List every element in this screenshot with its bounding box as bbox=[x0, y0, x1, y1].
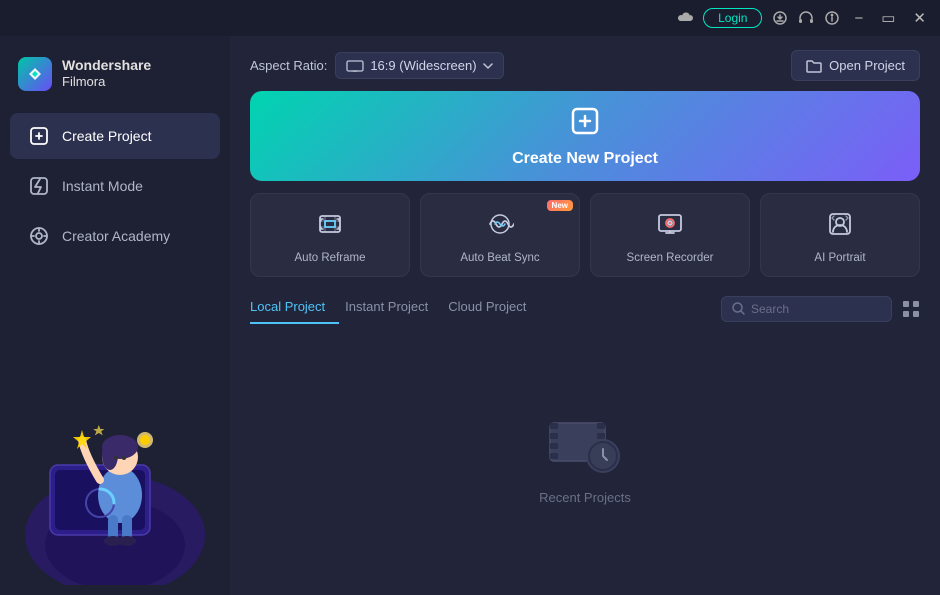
sidebar-item-creator-label: Creator Academy bbox=[62, 228, 170, 244]
grid-view-icon bbox=[902, 300, 920, 318]
screen-recorder-icon bbox=[656, 210, 684, 244]
aspect-ratio-dropdown[interactable]: 16:9 (Widescreen) bbox=[335, 52, 503, 79]
create-banner-icon bbox=[569, 105, 601, 144]
grid-toggle-button[interactable] bbox=[902, 300, 920, 318]
aspect-ratio-selector: Aspect Ratio: 16:9 (Widescreen) bbox=[250, 52, 504, 79]
feature-card-auto-reframe[interactable]: Auto Reframe bbox=[250, 193, 410, 277]
app-logo-icon bbox=[18, 57, 52, 91]
empty-projects-label: Recent Projects bbox=[539, 490, 631, 505]
titlebar-icons: Login − ▭ ✕ bbox=[677, 8, 930, 28]
auto-reframe-label: Auto Reframe bbox=[295, 252, 366, 264]
info-icon[interactable] bbox=[824, 10, 840, 26]
creator-academy-icon bbox=[28, 225, 50, 247]
ai-portrait-icon bbox=[826, 210, 854, 244]
open-project-button[interactable]: Open Project bbox=[791, 50, 920, 81]
auto-reframe-icon bbox=[316, 210, 344, 244]
sidebar-item-create-project[interactable]: Create Project bbox=[10, 113, 220, 159]
tab-instant-project[interactable]: Instant Project bbox=[345, 293, 442, 324]
logo-text: Wondershare Filmora bbox=[62, 56, 151, 91]
instant-mode-icon bbox=[28, 175, 50, 197]
login-button[interactable]: Login bbox=[703, 8, 762, 28]
search-input[interactable] bbox=[751, 302, 881, 316]
feature-card-ai-portrait[interactable]: AI Portrait bbox=[760, 193, 920, 277]
minimize-button[interactable]: − bbox=[850, 10, 867, 27]
sidebar-item-instant-label: Instant Mode bbox=[62, 178, 143, 194]
new-badge: New bbox=[547, 200, 573, 211]
search-icon bbox=[732, 302, 745, 315]
aspect-ratio-label: Aspect Ratio: bbox=[250, 58, 327, 73]
ai-portrait-label: AI Portrait bbox=[814, 252, 865, 264]
aspect-ratio-value: 16:9 (Widescreen) bbox=[370, 58, 476, 73]
auto-beat-sync-icon bbox=[486, 210, 514, 244]
screen-recorder-label: Screen Recorder bbox=[627, 252, 714, 264]
empty-projects-icon bbox=[545, 408, 625, 478]
download-icon[interactable] bbox=[772, 10, 788, 26]
sidebar-item-creator-academy[interactable]: Creator Academy bbox=[10, 213, 220, 259]
titlebar: Login − ▭ ✕ bbox=[0, 0, 940, 36]
main-content: Aspect Ratio: 16:9 (Widescreen) Open P bbox=[230, 36, 940, 595]
screen-icon bbox=[346, 60, 364, 72]
project-tabs-row: Local Project Instant Project Cloud Proj… bbox=[250, 293, 920, 324]
create-new-project-banner[interactable]: Create New Project bbox=[250, 91, 920, 181]
empty-state: Recent Projects bbox=[250, 338, 920, 595]
folder-icon bbox=[806, 59, 822, 73]
tab-local-project[interactable]: Local Project bbox=[250, 293, 339, 324]
project-section: Local Project Instant Project Cloud Proj… bbox=[230, 293, 940, 595]
search-bar bbox=[721, 296, 892, 322]
sidebar-item-instant-mode[interactable]: Instant Mode bbox=[10, 163, 220, 209]
app-body: Wondershare Filmora Create Project Ins bbox=[0, 36, 940, 595]
sidebar-item-create-label: Create Project bbox=[62, 128, 151, 144]
maximize-button[interactable]: ▭ bbox=[877, 9, 899, 27]
cloud-icon[interactable] bbox=[677, 10, 693, 26]
character-illustration bbox=[10, 385, 220, 585]
headphone-icon[interactable] bbox=[798, 10, 814, 26]
film-clock-icon bbox=[545, 408, 625, 478]
sidebar-illustration bbox=[0, 261, 230, 585]
dropdown-chevron-icon bbox=[483, 63, 493, 69]
close-button[interactable]: ✕ bbox=[909, 9, 930, 27]
auto-beat-sync-label: Auto Beat Sync bbox=[460, 252, 539, 264]
sidebar: Wondershare Filmora Create Project Ins bbox=[0, 36, 230, 595]
topbar: Aspect Ratio: 16:9 (Widescreen) Open P bbox=[230, 36, 940, 91]
plus-square-icon bbox=[569, 105, 601, 137]
feature-cards-row: Auto Reframe New Auto Beat Sync bbox=[250, 193, 920, 277]
create-banner-label: Create New Project bbox=[512, 150, 658, 168]
open-project-label: Open Project bbox=[829, 58, 905, 73]
create-project-icon bbox=[28, 125, 50, 147]
feature-card-auto-beat-sync[interactable]: New Auto Beat Sync bbox=[420, 193, 580, 277]
logo-area: Wondershare Filmora bbox=[0, 46, 230, 111]
feature-card-screen-recorder[interactable]: Screen Recorder bbox=[590, 193, 750, 277]
tab-cloud-project[interactable]: Cloud Project bbox=[448, 293, 540, 324]
